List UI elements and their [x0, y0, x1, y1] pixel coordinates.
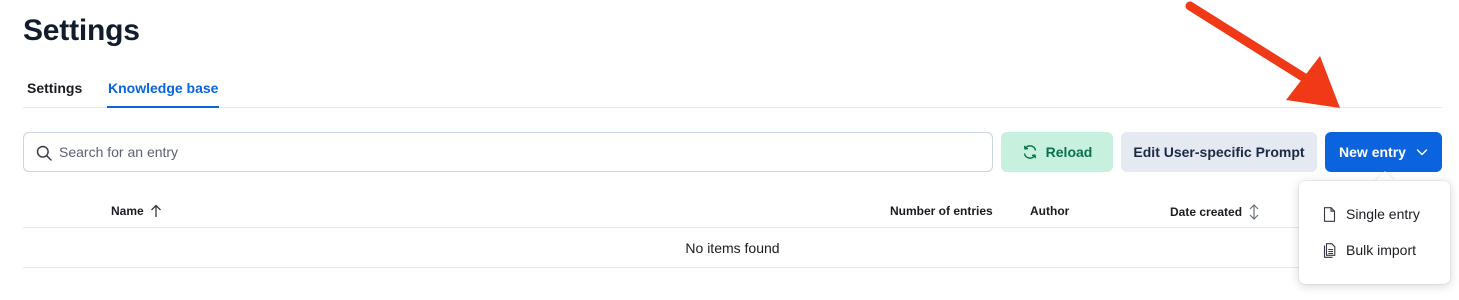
new-entry-button[interactable]: New entry	[1325, 132, 1442, 172]
document-icon	[1323, 206, 1336, 222]
empty-message: No items found	[685, 239, 780, 256]
search-input[interactable]	[59, 133, 979, 171]
tab-settings[interactable]: Settings	[27, 80, 82, 108]
edit-user-prompt-button[interactable]: Edit User-specific Prompt	[1121, 132, 1317, 172]
reload-label: Reload	[1045, 144, 1093, 160]
column-header-name-label: Name	[111, 204, 144, 218]
column-header-author[interactable]: Author	[1030, 204, 1069, 218]
edit-user-prompt-label: Edit User-specific Prompt	[1133, 144, 1305, 160]
reload-button[interactable]: Reload	[1001, 132, 1113, 172]
sort-ascending-icon	[150, 204, 161, 217]
column-header-author-label: Author	[1030, 204, 1070, 218]
empty-table-row: No items found	[23, 228, 1442, 268]
column-header-date-created[interactable]: Date created	[1170, 204, 1260, 220]
menu-item-single-entry-label: Single entry	[1346, 206, 1420, 222]
knowledge-base-table: Name Number of entries Author Date creat…	[23, 192, 1442, 268]
column-header-number-of-entries-label: Number of entries	[890, 204, 993, 218]
new-entry-label: New entry	[1339, 144, 1406, 160]
menu-item-bulk-import[interactable]: Bulk import	[1299, 232, 1450, 268]
new-entry-menu: Single entry Bulk import	[1299, 181, 1450, 284]
table-header: Name Number of entries Author Date creat…	[23, 192, 1442, 228]
tab-knowledge-base[interactable]: Knowledge base	[107, 80, 220, 108]
column-header-date-created-label: Date created	[1170, 205, 1243, 219]
menu-item-bulk-import-label: Bulk import	[1346, 242, 1417, 258]
column-header-name[interactable]: Name	[111, 204, 162, 218]
refresh-icon	[1023, 145, 1036, 159]
search-icon	[36, 145, 52, 161]
sortable-icon	[1249, 204, 1259, 220]
column-header-number-of-entries[interactable]: Number of entries	[890, 204, 993, 218]
documents-icon	[1323, 242, 1336, 258]
menu-item-single-entry[interactable]: Single entry	[1299, 196, 1450, 232]
annotation-arrow-icon	[1185, 1, 1340, 108]
search-field[interactable]	[23, 132, 993, 172]
chevron-down-icon	[1416, 149, 1428, 156]
page-title: Settings	[23, 14, 140, 47]
